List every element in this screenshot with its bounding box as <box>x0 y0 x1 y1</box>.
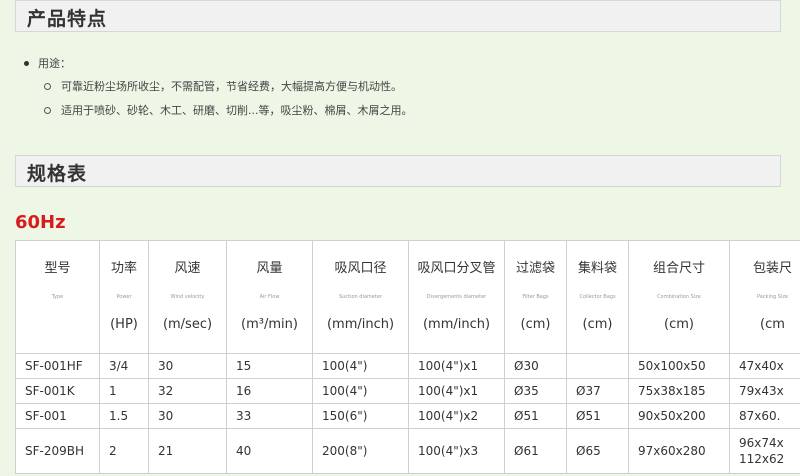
cell-packing-size: 79x43x <box>729 378 800 404</box>
spec-table: 型号 Type 功率 Power (HP) 风速 Wind velocity (m/sec… <box>15 240 800 474</box>
header-divergements: 吸风口分叉管 Divergements diameter (mm/inch) <box>408 240 505 354</box>
usage-bullet: 用途： <box>24 54 413 72</box>
cell-power: 1.5 <box>99 403 149 429</box>
header-suction-diameter: 吸风口径 Suction diameter (mm/inch) <box>312 240 409 354</box>
cell-packing-size: 47x40x <box>729 353 800 379</box>
cell-power: 1 <box>99 378 149 404</box>
cell-wind-velocity: 21 <box>148 428 227 474</box>
cell-divergements: 100(4")x3 <box>408 428 505 474</box>
cell-packing-size: 87x60. <box>729 403 800 429</box>
cell-wind-velocity: 30 <box>148 353 227 379</box>
cell-power: 3/4 <box>99 353 149 379</box>
usage-item-text: 适用于喷砂、砂轮、木工、研磨、切削...等，吸尘粉、棉屑、木屑之用。 <box>61 104 413 117</box>
header-type: 型号 Type <box>15 240 100 354</box>
bullet-circle-icon <box>44 82 51 90</box>
bullet-circle-icon <box>44 106 51 114</box>
frequency-label: 60Hz <box>15 212 66 233</box>
table-row: SF-001HF 3/4 30 15 100(4") 100(4")x1 Ø30… <box>15 353 800 379</box>
cell-divergements: 100(4")x1 <box>408 378 505 404</box>
header-power: 功率 Power (HP) <box>99 240 149 354</box>
table-row: SF-209BH 2 21 40 200(8") 100(4")x3 Ø61 Ø… <box>15 428 800 474</box>
table-row: SF-001K 1 32 16 100(4") 100(4")x1 Ø35 Ø3… <box>15 378 800 404</box>
cell-combination-size: 50x100x50 <box>628 353 730 379</box>
cell-type: SF-001K <box>15 378 100 404</box>
cell-filter-bags: Ø51 <box>504 403 567 429</box>
cell-wind-velocity: 30 <box>148 403 227 429</box>
cell-air-flow: 15 <box>226 353 313 379</box>
cell-combination-size: 75x38x185 <box>628 378 730 404</box>
cell-type: SF-001 <box>15 403 100 429</box>
cell-filter-bags: Ø30 <box>504 353 567 379</box>
header-combination-size: 组合尺寸 Combination Size (cm) <box>628 240 730 354</box>
bullet-dot-icon <box>24 60 29 66</box>
cell-type: SF-001HF <box>15 353 100 379</box>
cell-packing-size: 96x74x 112x62 <box>729 428 800 474</box>
cell-collector-bags: Ø65 <box>566 428 629 474</box>
usage-item-text: 可靠近粉尘场所收尘，不需配管，节省经费，大幅提高方便与机动性。 <box>61 80 402 93</box>
cell-suction-diameter: 200(8") <box>312 428 409 474</box>
cell-air-flow: 40 <box>226 428 313 474</box>
features-header: 产品特点 <box>15 0 781 32</box>
table-header-row: 型号 Type 功率 Power (HP) 风速 Wind velocity (m/sec… <box>15 240 800 354</box>
cell-power: 2 <box>99 428 149 474</box>
cell-air-flow: 16 <box>226 378 313 404</box>
cell-divergements: 100(4")x2 <box>408 403 505 429</box>
cell-air-flow: 33 <box>226 403 313 429</box>
cell-filter-bags: Ø35 <box>504 378 567 404</box>
cell-suction-diameter: 100(4") <box>312 378 409 404</box>
cell-combination-size: 90x50x200 <box>628 403 730 429</box>
usage-label: 用途： <box>38 57 71 70</box>
cell-divergements: 100(4")x1 <box>408 353 505 379</box>
cell-suction-diameter: 100(4") <box>312 353 409 379</box>
cell-type: SF-209BH <box>15 428 100 474</box>
header-wind-velocity: 风速 Wind velocity (m/sec) <box>148 240 227 354</box>
header-packing-size: 包装尺 Packing Size (cm <box>729 240 800 354</box>
table-row: SF-001 1.5 30 33 150(6") 100(4")x2 Ø51 Ø… <box>15 403 800 429</box>
usage-item: 适用于喷砂、砂轮、木工、研磨、切削...等，吸尘粉、棉屑、木屑之用。 <box>44 100 413 120</box>
spec-header: 规格表 <box>15 155 781 187</box>
cell-filter-bags: Ø61 <box>504 428 567 474</box>
spec-title: 规格表 <box>27 163 88 185</box>
cell-wind-velocity: 32 <box>148 378 227 404</box>
cell-collector-bags: Ø51 <box>566 403 629 429</box>
header-collector-bags: 集料袋 Collector Bags (cm) <box>566 240 629 354</box>
cell-suction-diameter: 150(6") <box>312 403 409 429</box>
cell-combination-size: 97x60x280 <box>628 428 730 474</box>
usage-item: 可靠近粉尘场所收尘，不需配管，节省经费，大幅提高方便与机动性。 <box>44 76 413 96</box>
header-air-flow: 风量 Air Flow (m³/min) <box>226 240 313 354</box>
cell-collector-bags: Ø37 <box>566 378 629 404</box>
usage-list: 用途： 可靠近粉尘场所收尘，不需配管，节省经费，大幅提高方便与机动性。 适用于喷… <box>24 54 413 120</box>
features-title: 产品特点 <box>27 8 108 30</box>
header-filter-bags: 过滤袋 Filter Bags (cm) <box>504 240 567 354</box>
cell-collector-bags <box>566 353 629 379</box>
